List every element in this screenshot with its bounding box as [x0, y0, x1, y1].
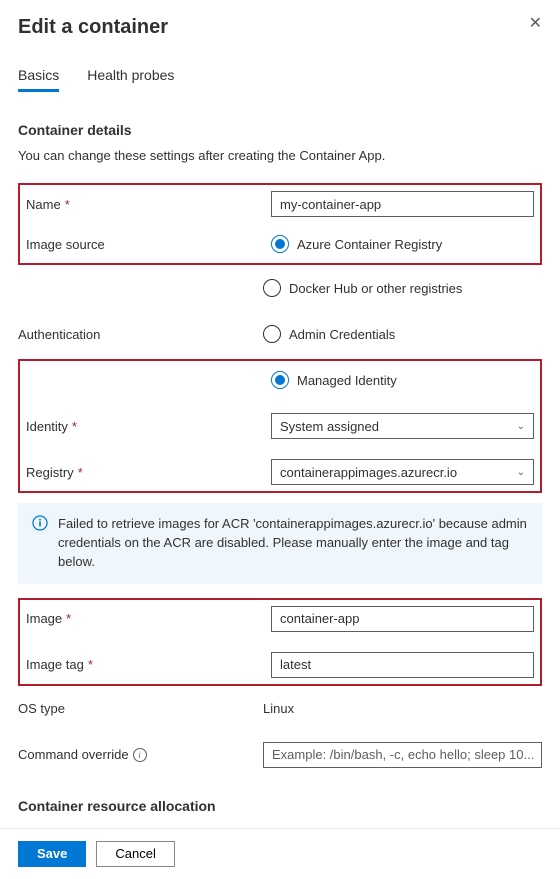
radio-managed-identity[interactable]	[271, 371, 289, 389]
panel-title: Edit a container	[18, 16, 168, 39]
panel-header: Edit a container ✕	[18, 16, 542, 39]
cancel-button[interactable]: Cancel	[96, 841, 174, 867]
name-input[interactable]	[271, 191, 534, 217]
section-container-details: Container details	[18, 122, 542, 138]
label-authentication: Authentication	[18, 327, 100, 342]
label-identity: Identity	[26, 419, 68, 434]
highlight-image-tag: Image * Image tag *	[18, 598, 542, 686]
close-icon[interactable]: ✕	[529, 16, 542, 32]
info-icon	[32, 515, 48, 572]
highlight-managed-identity: Managed Identity Identity * System assign…	[18, 359, 542, 493]
registry-select[interactable]: containerappimages.azurecr.io ⌄	[271, 459, 534, 485]
required-marker: *	[66, 611, 71, 626]
section-details-desc: You can change these settings after crea…	[18, 148, 542, 163]
radio-docker[interactable]	[263, 279, 281, 297]
required-marker: *	[65, 197, 70, 212]
label-command-override: Command override	[18, 747, 129, 762]
image-tag-input[interactable]	[271, 652, 534, 678]
info-icon[interactable]: i	[133, 748, 147, 762]
tab-health-probes[interactable]: Health probes	[87, 67, 174, 92]
radio-mi-label[interactable]: Managed Identity	[297, 373, 397, 388]
registry-select-value: containerappimages.azurecr.io	[280, 465, 457, 480]
info-message: Failed to retrieve images for ACR 'conta…	[18, 503, 542, 584]
radio-docker-label[interactable]: Docker Hub or other registries	[289, 281, 462, 296]
info-message-text: Failed to retrieve images for ACR 'conta…	[58, 515, 528, 572]
required-marker: *	[88, 657, 93, 672]
label-image: Image	[26, 611, 62, 626]
label-image-tag: Image tag	[26, 657, 84, 672]
tab-basics[interactable]: Basics	[18, 67, 59, 92]
radio-acr[interactable]	[271, 235, 289, 253]
label-registry: Registry	[26, 465, 74, 480]
label-image-source: Image source	[26, 237, 105, 252]
radio-acr-label[interactable]: Azure Container Registry	[297, 237, 442, 252]
chevron-down-icon: ⌄	[517, 421, 525, 432]
identity-select[interactable]: System assigned ⌄	[271, 413, 534, 439]
highlight-name-source: Name * Image source Azure Container Regis…	[18, 183, 542, 265]
section-resource-allocation: Container resource allocation	[18, 798, 542, 814]
os-type-value: Linux	[263, 701, 294, 716]
panel-footer: Save Cancel	[0, 828, 560, 879]
tabs: Basics Health probes	[18, 67, 542, 92]
radio-admin-cred[interactable]	[263, 325, 281, 343]
command-override-input[interactable]	[263, 742, 542, 768]
save-button[interactable]: Save	[18, 841, 86, 867]
image-input[interactable]	[271, 606, 534, 632]
chevron-down-icon: ⌄	[517, 467, 525, 478]
required-marker: *	[78, 465, 83, 480]
required-marker: *	[72, 419, 77, 434]
identity-select-value: System assigned	[280, 419, 379, 434]
radio-admin-label[interactable]: Admin Credentials	[289, 327, 395, 342]
label-name: Name	[26, 197, 61, 212]
label-os-type: OS type	[18, 701, 65, 716]
